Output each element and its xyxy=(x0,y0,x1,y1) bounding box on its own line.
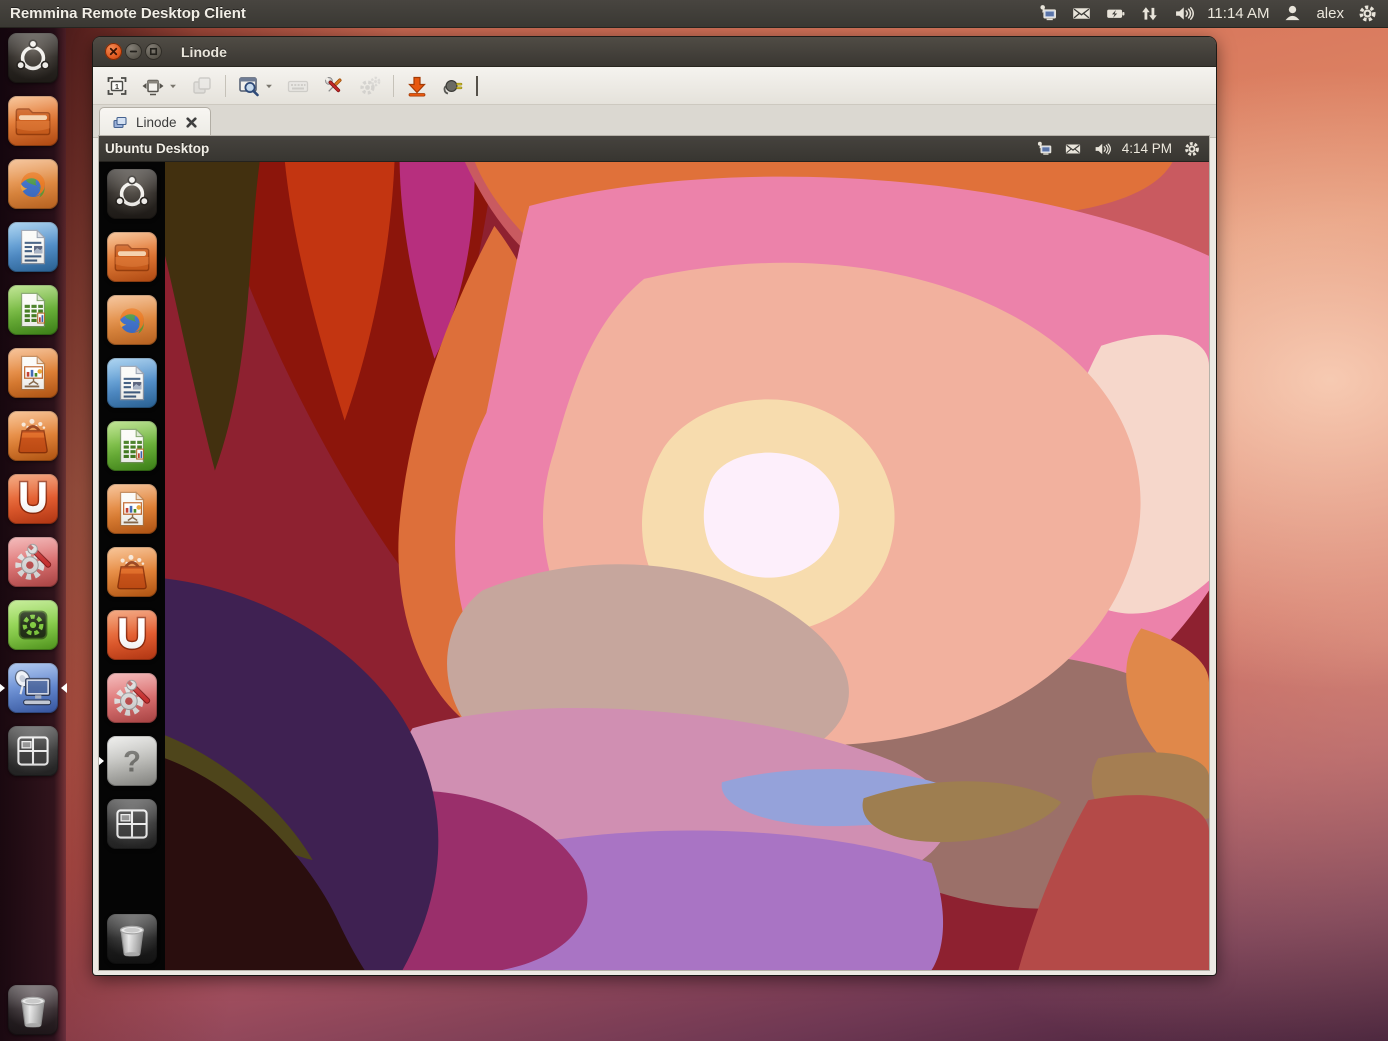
launcher-item-firefox[interactable] xyxy=(107,295,157,345)
launcher-item-system-settings[interactable] xyxy=(8,537,58,587)
launcher-item-unknown-app[interactable] xyxy=(107,736,157,786)
launcher-item-libreoffice-calc[interactable] xyxy=(107,421,157,471)
remmina-toolbar xyxy=(93,67,1216,105)
tab-remote-icon xyxy=(112,115,128,131)
launcher-item-trash[interactable] xyxy=(107,914,157,964)
running-indicator-arrow xyxy=(98,756,104,766)
tray-username[interactable]: alex xyxy=(1316,5,1344,22)
window-maximize-button[interactable] xyxy=(145,43,162,60)
tray-mail-icon[interactable] xyxy=(1071,3,1092,24)
launcher-item-libreoffice-writer[interactable] xyxy=(107,358,157,408)
tray-remmina-icon[interactable] xyxy=(1035,140,1053,158)
tray-user-icon[interactable] xyxy=(1282,3,1303,24)
remote-top-panel: Ubuntu Desktop 4:14 PM xyxy=(99,136,1209,162)
host-indicator-tray: 11:14 AM alex xyxy=(1037,3,1388,24)
tab-label: Linode xyxy=(136,115,177,130)
tray-sound-icon[interactable] xyxy=(1093,140,1111,158)
launcher-item-libreoffice-calc[interactable] xyxy=(8,285,58,335)
fit-window-button[interactable] xyxy=(137,72,182,100)
tab-close-button[interactable] xyxy=(185,116,198,129)
launcher-item-firefox[interactable] xyxy=(8,159,58,209)
remote-menubar-label: Ubuntu Desktop xyxy=(105,141,209,156)
host-top-panel: Remmina Remote Desktop Client 11:14 AM al… xyxy=(0,0,1388,28)
launcher-item-home-folder[interactable] xyxy=(107,232,157,282)
launcher-item-ubuntu-one[interactable] xyxy=(8,474,58,524)
launcher-item-workspace-switcher[interactable] xyxy=(8,726,58,776)
window-minimize-button[interactable] xyxy=(125,43,142,60)
launcher-item-libreoffice-writer[interactable] xyxy=(8,222,58,272)
remote-desktop-viewport[interactable]: Ubuntu Desktop 4:14 PM xyxy=(98,135,1210,971)
launcher-item-libreoffice-impress[interactable] xyxy=(107,484,157,534)
settings-gears-button xyxy=(354,72,386,100)
minimize-to-tray-button[interactable] xyxy=(401,72,433,100)
launcher-item-ubuntu-software-center[interactable] xyxy=(107,547,157,597)
focused-indicator-arrow xyxy=(61,683,67,693)
toolbar-separator xyxy=(393,75,394,97)
launcher-item-remmina[interactable] xyxy=(8,663,58,713)
host-unity-launcher xyxy=(0,28,66,1041)
remote-unity-launcher xyxy=(99,161,165,970)
tray-clock[interactable]: 4:14 PM xyxy=(1122,141,1172,156)
launcher-item-ubuntu-green-app[interactable] xyxy=(8,600,58,650)
launcher-item-system-settings[interactable] xyxy=(107,673,157,723)
app-title: Remmina Remote Desktop Client xyxy=(10,5,246,22)
window-title: Linode xyxy=(181,44,227,60)
duplicate-connection-button xyxy=(186,72,218,100)
launcher-item-home-folder[interactable] xyxy=(8,96,58,146)
launcher-item-ubuntu-software-center[interactable] xyxy=(8,411,58,461)
tray-battery-icon[interactable] xyxy=(1105,3,1126,24)
preferences-tools-button[interactable] xyxy=(318,72,350,100)
launcher-item-dash-home[interactable] xyxy=(8,33,58,83)
running-indicator-arrow xyxy=(0,683,5,693)
tab-linode[interactable]: Linode xyxy=(99,107,211,137)
scaled-mode-button[interactable] xyxy=(233,72,278,100)
tray-gear-icon[interactable] xyxy=(1357,3,1378,24)
window-titlebar[interactable]: Linode xyxy=(93,37,1216,67)
tray-updown-icon[interactable] xyxy=(1139,3,1160,24)
tray-sound-icon[interactable] xyxy=(1173,3,1194,24)
toolbar-separator xyxy=(225,75,226,97)
tray-mail-icon[interactable] xyxy=(1064,140,1082,158)
toolbar-handle xyxy=(476,76,478,96)
launcher-item-dash-home[interactable] xyxy=(107,169,157,219)
remote-wallpaper xyxy=(165,161,1209,970)
window-close-button[interactable] xyxy=(105,43,122,60)
grab-keyboard-button xyxy=(282,72,314,100)
remmina-window: Linode Linode xyxy=(93,37,1216,975)
launcher-item-workspace-switcher[interactable] xyxy=(107,799,157,849)
connection-tabbar: Linode xyxy=(93,105,1216,138)
tray-gear-icon[interactable] xyxy=(1183,140,1201,158)
fullscreen-button[interactable] xyxy=(101,72,133,100)
launcher-item-libreoffice-impress[interactable] xyxy=(8,348,58,398)
tray-clock[interactable]: 11:14 AM xyxy=(1207,5,1269,22)
launcher-item-ubuntu-one[interactable] xyxy=(107,610,157,660)
tray-remmina-icon[interactable] xyxy=(1037,3,1058,24)
launcher-item-trash[interactable] xyxy=(8,985,58,1035)
remote-indicator-tray: 4:14 PM xyxy=(1035,140,1209,158)
disconnect-button[interactable] xyxy=(437,72,469,100)
